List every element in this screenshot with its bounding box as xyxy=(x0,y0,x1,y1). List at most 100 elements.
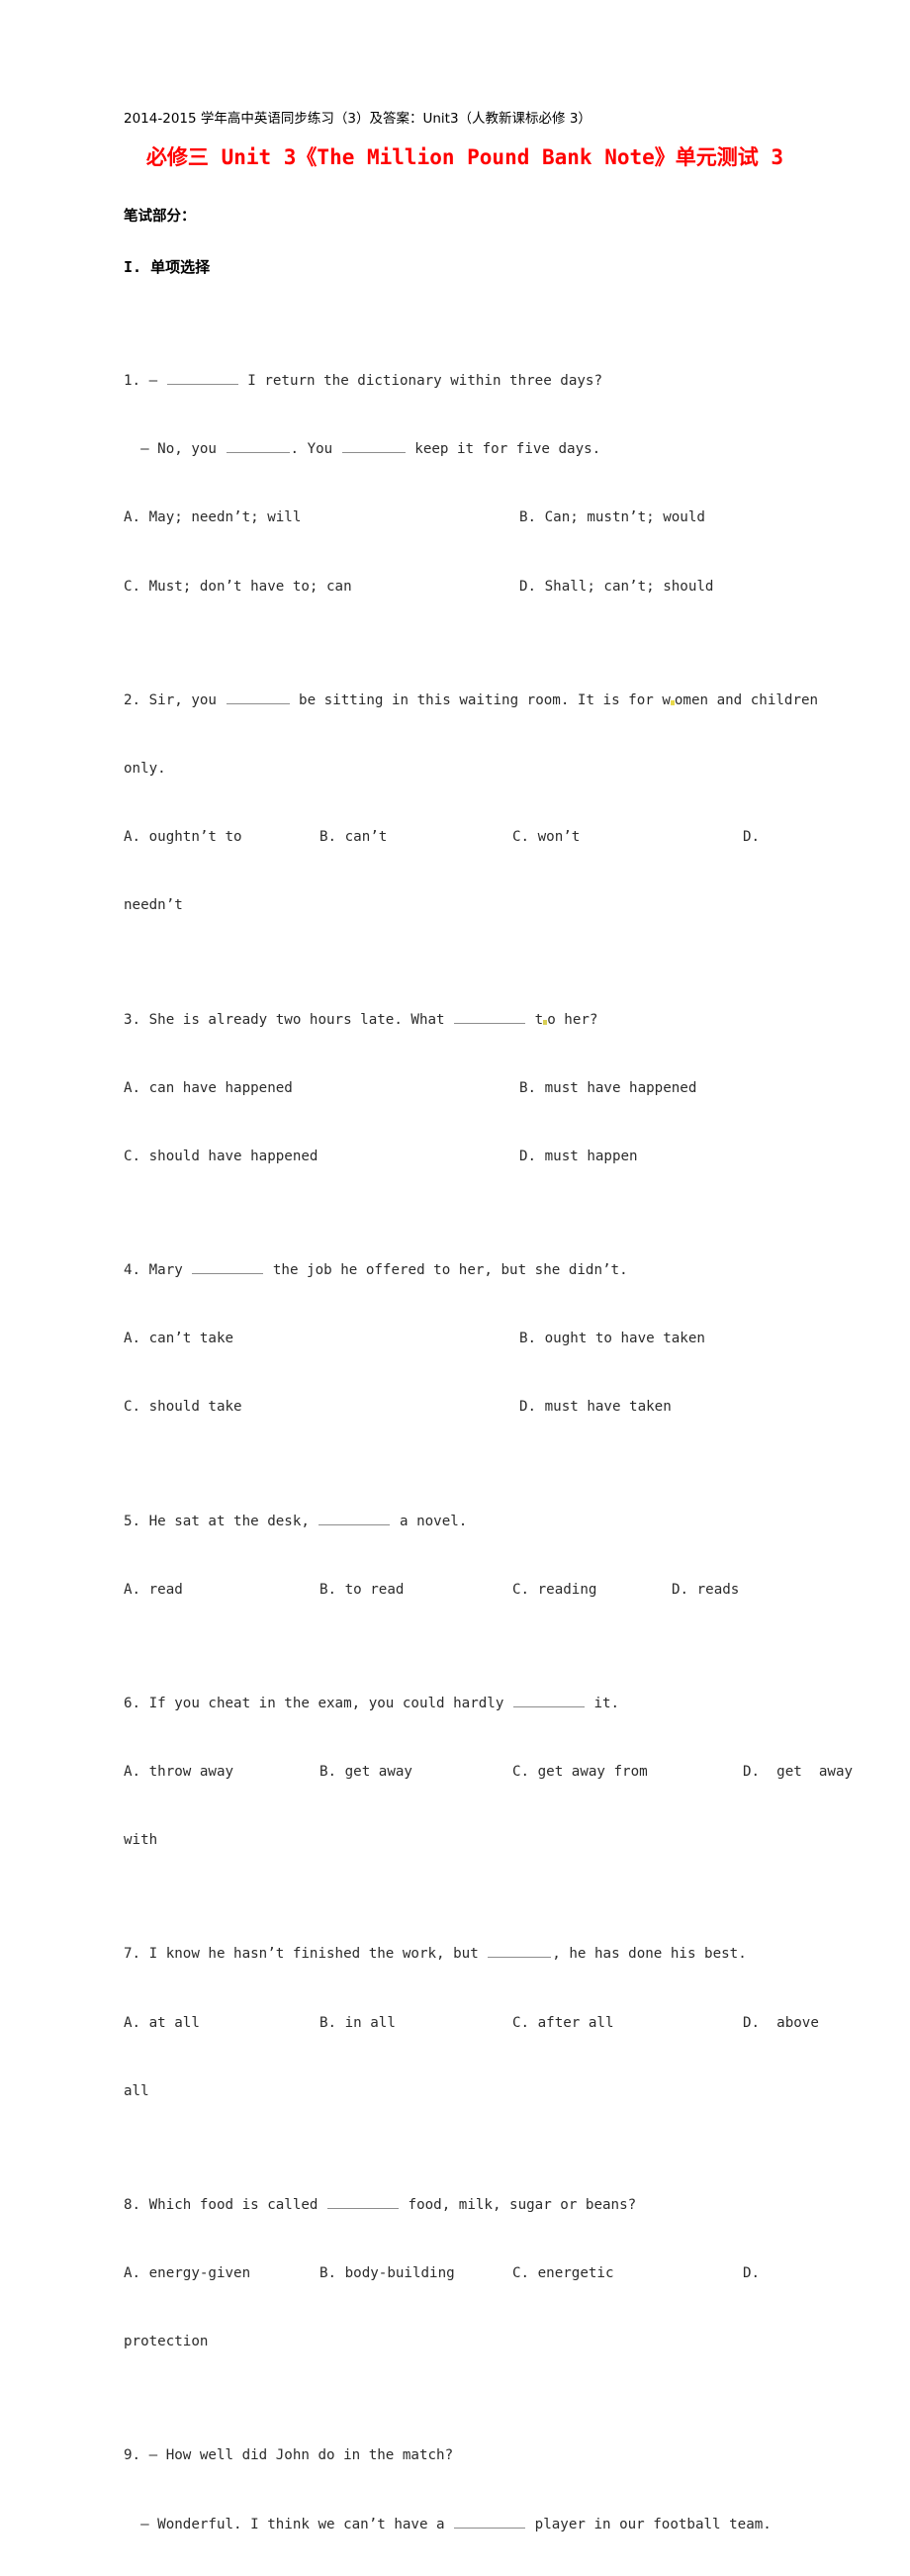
question-stem-line: 7. I know he hasn’t finished the work, b… xyxy=(124,1943,796,1966)
option-wrap: all xyxy=(124,2080,796,2103)
running-header: 2014-2015 学年高中英语同步练习（3）及答案：Unit3（人教新课标必修… xyxy=(124,111,592,127)
answer-blank[interactable] xyxy=(454,1009,526,1024)
option-d-wrap[interactable]: with xyxy=(124,1829,157,1852)
answer-blank[interactable] xyxy=(226,439,290,454)
option-a[interactable]: A. read xyxy=(124,1579,183,1602)
question-body: 1. — I return the dictionary within thre… xyxy=(124,279,853,2576)
option-d-wrap[interactable]: protection xyxy=(124,2331,208,2353)
option-c[interactable]: C. Must; don’t have to; can xyxy=(124,576,352,598)
question-stem-line: 9. — How well did John do in the match? xyxy=(124,2444,796,2467)
question-stem-line: 4. Mary the job he offered to her, but s… xyxy=(124,1259,796,1282)
option-a[interactable]: A. oughtn’t to xyxy=(124,826,242,849)
option-d-wrap[interactable]: needn’t xyxy=(124,894,183,917)
option-row: A. can’t take B. ought to have taken xyxy=(124,1328,796,1350)
option-b[interactable]: B. must have happened xyxy=(519,1077,696,1100)
option-a[interactable]: A. can’t take xyxy=(124,1328,233,1350)
option-d[interactable]: D. must have taken xyxy=(519,1396,672,1419)
answer-blank[interactable] xyxy=(488,1944,552,1959)
option-c[interactable]: C. after all xyxy=(512,2012,614,2035)
option-row: A. at all B. in all C. after all D. above xyxy=(124,2012,819,2035)
option-b[interactable]: B. in all xyxy=(319,2012,396,2035)
option-d[interactable]: D. xyxy=(743,826,760,849)
question-stem-line: — No, you . You keep it for five days. xyxy=(124,438,796,461)
q3-stem-tail: t xyxy=(526,1011,544,1028)
option-d[interactable]: D. reads xyxy=(672,1579,739,1602)
highlight-speck-icon xyxy=(543,1019,548,1025)
option-c[interactable]: C. energetic xyxy=(512,2262,614,2285)
option-a[interactable]: A. May; needn’t; will xyxy=(124,506,301,529)
q8-stem-tail: food, milk, sugar or beans? xyxy=(400,2196,637,2213)
q8-stem: 8. Which food is called xyxy=(124,2196,326,2213)
answer-blank[interactable] xyxy=(226,690,290,704)
option-b[interactable]: B. can’t xyxy=(319,826,387,849)
q6-stem: 6. If you cheat in the exam, you could h… xyxy=(124,1695,512,1711)
document-page: 2014-2015 学年高中英语同步练习（3）及答案：Unit3（人教新课标必修… xyxy=(0,0,910,2532)
highlight-speck-icon xyxy=(670,699,675,705)
q6-stem-tail: it. xyxy=(585,1695,620,1711)
option-a[interactable]: A. can have happened xyxy=(124,1077,293,1100)
q7-stem: 7. I know he hasn’t finished the work, b… xyxy=(124,1946,488,1963)
q1-stem-b-tail: keep it for five days. xyxy=(406,441,601,458)
answer-blank[interactable] xyxy=(341,439,406,454)
q2-stem-tail2: omen and children xyxy=(674,691,819,708)
answer-blank[interactable] xyxy=(166,371,238,386)
question-stem-line: 2. Sir, you be sitting in this waiting r… xyxy=(124,690,818,712)
q9-stem-b: — Wonderful. I think we can’t have a xyxy=(124,2516,454,2532)
part-label: 笔试部分： xyxy=(124,209,196,225)
option-b[interactable]: B. get away xyxy=(319,1761,412,1784)
option-row: A. read B. to read C. reading D. reads xyxy=(124,1579,796,1602)
q3-stem: 3. She is already two hours late. What xyxy=(124,1011,454,1028)
option-c[interactable]: C. should have happened xyxy=(124,1146,318,1168)
option-d[interactable]: D. get away xyxy=(743,1761,853,1784)
option-row: A. energy-given B. body-building C. energe… xyxy=(124,2262,796,2285)
q2-stem: 2. Sir, you xyxy=(124,691,226,708)
option-c[interactable]: C. reading xyxy=(512,1579,596,1602)
option-b[interactable]: B. Can; mustn’t; would xyxy=(519,506,705,529)
option-row: A. oughtn’t to B. can’t C. won’t D. xyxy=(124,826,796,849)
option-d[interactable]: D. xyxy=(743,2262,760,2285)
q9-stem-a: 9. — How well did John do in the match? xyxy=(124,2447,454,2464)
question-stem-line: — Wonderful. I think we can’t have a pla… xyxy=(124,2514,796,2536)
q4-stem: 4. Mary xyxy=(124,1262,192,1279)
q1-stem-a: 1. — xyxy=(124,373,166,390)
q7-stem-tail: , he has done his best. xyxy=(552,1946,747,1963)
q1-stem-a-tail: I return the dictionary within three day… xyxy=(238,373,603,390)
answer-blank[interactable] xyxy=(512,1693,585,1707)
option-row: A. May; needn’t; will B. Can; mustn’t; wo… xyxy=(124,506,796,529)
question-stem-line: 5. He sat at the desk, a novel. xyxy=(124,1511,796,1533)
page-title: 必修三 Unit 3《The Million Pound Bank Note》单… xyxy=(145,145,784,169)
option-b[interactable]: B. to read xyxy=(319,1579,404,1602)
option-c[interactable]: C. get away from xyxy=(512,1761,648,1784)
question-stem-line: 3. She is already two hours late. What t… xyxy=(124,1009,796,1032)
q3-stem-tail2: o her? xyxy=(547,1011,598,1028)
option-c[interactable]: C. won’t xyxy=(512,826,580,849)
answer-blank[interactable] xyxy=(318,1511,391,1525)
q5-stem: 5. He sat at the desk, xyxy=(124,1513,318,1529)
option-row: C. Must; don’t have to; can D. Shall; can… xyxy=(124,576,796,598)
option-c[interactable]: C. should take xyxy=(124,1396,242,1419)
q2-stem-wrap: only. xyxy=(124,760,166,777)
option-a[interactable]: A. energy-given xyxy=(124,2262,250,2285)
q1-stem-b-mid: . You xyxy=(290,441,341,458)
option-d[interactable]: D. must happen xyxy=(519,1146,638,1168)
answer-blank[interactable] xyxy=(192,1260,264,1275)
option-row: C. should have happened D. must happen xyxy=(124,1146,796,1168)
option-row: A. throw away B. get away C. get away from… xyxy=(124,1761,853,1784)
option-wrap: with xyxy=(124,1829,796,1852)
q5-stem-tail: a novel. xyxy=(391,1513,468,1529)
section-label: I. 单项选择 xyxy=(124,258,211,276)
option-b[interactable]: B. ought to have taken xyxy=(519,1328,705,1350)
option-d[interactable]: D. above xyxy=(743,2012,819,2035)
option-b[interactable]: B. body-building xyxy=(319,2262,455,2285)
q1-stem-b: — No, you xyxy=(124,441,226,458)
option-row: C. should take D. must have taken xyxy=(124,1396,796,1419)
option-d[interactable]: D. Shall; can’t; should xyxy=(519,576,713,598)
option-row: A. can have happened B. must have happene… xyxy=(124,1077,796,1100)
option-a[interactable]: A. throw away xyxy=(124,1761,233,1784)
option-a[interactable]: A. at all xyxy=(124,2012,200,2035)
question-stem-line: 8. Which food is called food, milk, suga… xyxy=(124,2194,796,2217)
answer-blank[interactable] xyxy=(454,2514,526,2529)
answer-blank[interactable] xyxy=(327,2194,399,2209)
q9-stem-b-tail: player in our football team. xyxy=(526,2516,772,2532)
option-d-wrap[interactable]: all xyxy=(124,2080,149,2103)
